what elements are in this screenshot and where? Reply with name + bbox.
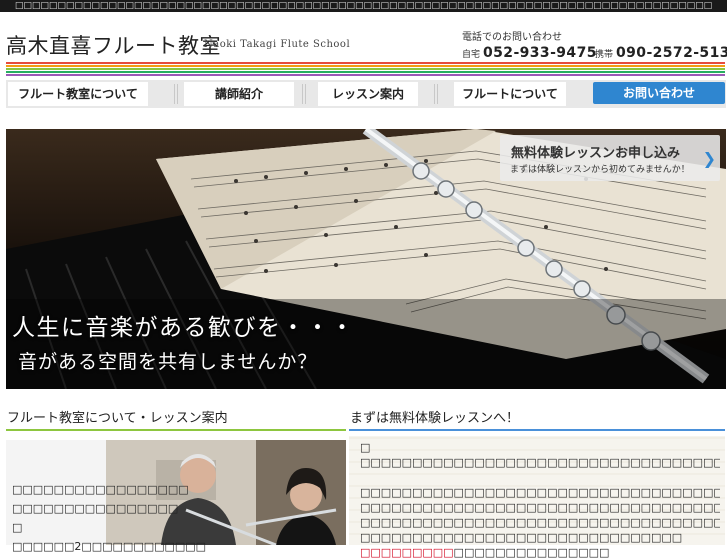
trial-link[interactable]: □□□□□□□□□ [360,546,454,559]
chevron-right-icon: ❯ [702,149,716,168]
text-line: □□□□□□□□□□□□□□□□□ [12,483,189,496]
free-trial-banner[interactable]: 無料体験レッスンお申し込み まずは体験レッスンから初めてみませんか！ ❯ [500,135,720,181]
text-line: □□□□□□2□□□□□□□□□□□□ [12,540,207,553]
contact-button[interactable]: お問い合わせ [593,82,725,104]
text-line-with-link: □□□□□□□□□□□□□□□□□□□□□□□□ [360,545,720,560]
text-line [360,470,720,485]
header-color-stripes [6,62,725,76]
mobile-phone[interactable]: 携帯090-2572-5133 [595,42,727,61]
stripe [6,68,725,70]
about-lessons-body: □□□□□□□□□□□□□□□□□ □□□□□□□□□□□□□□□□ □ □□□… [6,440,346,553]
nav-divider [302,84,306,104]
text-line: □□□□□□□□□□□□□□□□ □ [12,502,179,534]
nav-item-lessons[interactable]: レッスン案内 [318,82,418,106]
nav-item-instructor[interactable]: 講師紹介 [184,82,294,106]
main-navigation: フルート教室について 講師紹介 レッスン案内 フルートについて お問い合わせ [6,80,726,108]
mobile-phone-number[interactable]: 090-2572-5133 [616,45,727,61]
contact-heading: 電話でのお問い合わせ [462,32,562,43]
free-trial-section: まずは無料体験レッスンへ！ [349,409,725,431]
text-line: □□□□□□□□□□□□□□□□□□□□□□□□□□□□□□□□□□□□□□□□… [360,456,720,469]
nav-divider [174,84,178,104]
site-title[interactable]: 高木直喜フルート教室 [6,30,221,60]
home-phone-label: 自宅 [462,50,481,60]
text-line: □□□□□□□□□□□□□□□□□□□□□□□□□□□□□□□□□□□ [360,501,720,514]
stripe [6,65,725,67]
text-line: □□□□□□□□□□□□□□□□□□□□□□□□□□□□□□□ [360,531,683,544]
about-lessons-section: フルート教室について・レッスン案内 [6,409,346,431]
free-trial-body: □ □□□□□□□□□□□□□□□□□□□□□□□□□□□□□□□□□□□ □□□… [349,436,725,559]
text-line: □□□□□□□□□□□□□□□□□□□□□□□□□□□□□□□□□□□□ [360,486,720,499]
hero-subheadline: 音がある空間を共有しませんか？ [18,351,318,373]
stripe [6,71,725,73]
top-bar: □□□□□□□□□□□□□□□□□□□□□□□□□□□□□□□□□□□□□□□□… [0,0,727,12]
nav-divider [434,84,438,104]
home-phone-number[interactable]: 052-933-9475 [483,45,597,61]
free-trial-title: 無料体験レッスンお申し込み [511,146,681,161]
stripe [6,62,725,64]
text-line: □□□□□□□□□□□□□□□□□□□□□□□□□□□□□□□□□□□□□□□ [360,516,720,529]
hero-headline: 人生に音楽がある歓びを・・・ [12,315,355,341]
free-trial-subtitle: まずは体験レッスンから初めてみませんか！ [510,165,690,175]
mobile-phone-label: 携帯 [595,50,614,60]
heading-underline [349,429,725,431]
nav-item-about-school[interactable]: フルート教室について [8,82,148,106]
text-line-tail: □□□□□□□□□□□□□□□ [453,546,610,559]
stripe [6,74,725,76]
about-lessons-heading: フルート教室について・レッスン案内 [7,411,228,426]
home-phone[interactable]: 自宅 052-933-9475 [462,42,597,61]
free-trial-text: □ □□□□□□□□□□□□□□□□□□□□□□□□□□□□□□□□□□□ □□□… [360,440,720,560]
heading-underline [6,429,346,431]
nav-item-about-flute[interactable]: フルートについて [454,82,566,106]
text-line: □ [360,441,371,454]
site-subtitle: Naoki Takagi Flute School [204,39,351,50]
free-trial-heading: まずは無料体験レッスンへ！ [350,411,520,426]
